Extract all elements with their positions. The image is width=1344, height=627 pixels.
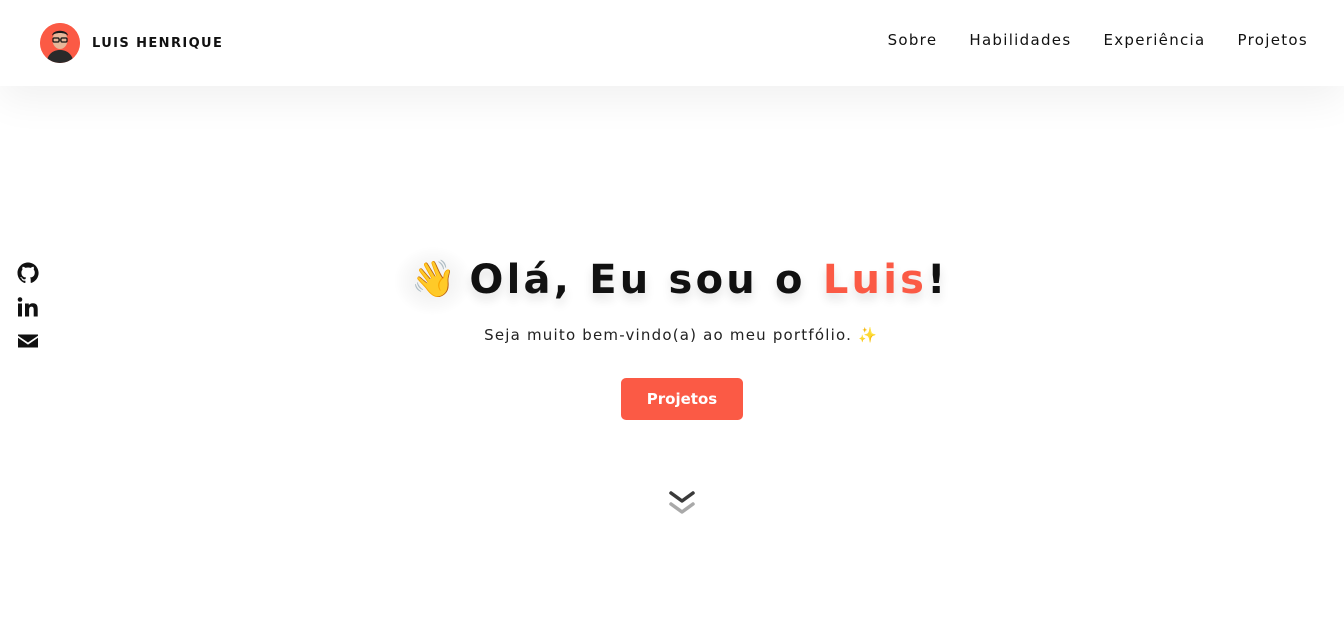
main-nav: Sobre Habilidades Experiência Projetos — [888, 31, 1308, 49]
brand-name: LUIS HENRIQUE — [92, 35, 224, 51]
avatar — [40, 23, 80, 63]
greeting-exclamation: ! — [927, 257, 949, 303]
waving-hand-emoji: 👋 — [393, 246, 474, 316]
hero-subtitle: Seja muito bem-vindo(a) ao meu portfólio… — [0, 326, 1344, 344]
navbar: LUIS HENRIQUE Sobre Habilidades Experiên… — [0, 0, 1344, 86]
scroll-down-button[interactable] — [668, 490, 696, 520]
sparkles-emoji: ✨ — [858, 326, 878, 344]
double-chevron-down-icon — [669, 491, 695, 514]
brand-link[interactable]: LUIS HENRIQUE — [40, 23, 223, 63]
nav-link-experiencia[interactable]: Experiência — [1103, 31, 1205, 49]
nav-link-habilidades[interactable]: Habilidades — [969, 31, 1071, 49]
nav-link-sobre[interactable]: Sobre — [888, 31, 938, 49]
projects-button[interactable]: Projetos — [621, 378, 743, 420]
nav-link-projetos[interactable]: Projetos — [1238, 31, 1308, 49]
hero-name: Luis — [822, 257, 928, 303]
greeting-text: Olá, Eu sou o — [469, 257, 823, 303]
hero-subtitle-text: Seja muito bem-vindo(a) ao meu portfólio… — [484, 326, 853, 344]
hero-title: 👋 Olá, Eu sou o Luis! — [0, 246, 1344, 316]
